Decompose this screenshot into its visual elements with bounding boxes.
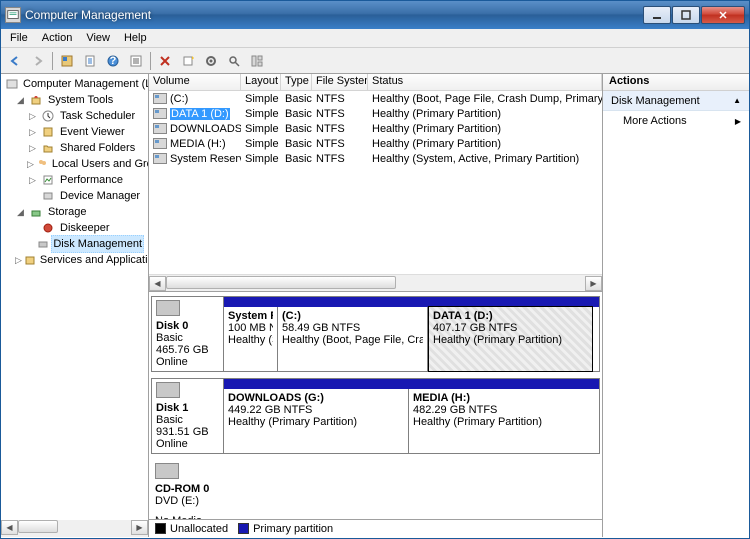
volume-icon — [153, 123, 167, 134]
actions-pane: Actions Disk Management ▲ More Actions ▶ — [603, 74, 749, 537]
properties-icon[interactable] — [79, 50, 101, 72]
disk-header[interactable]: Disk 1Basic931.51 GBOnline — [152, 379, 224, 453]
tree-task-scheduler[interactable]: ▷Task Scheduler — [3, 108, 148, 124]
actions-more[interactable]: More Actions ▶ — [603, 111, 749, 131]
tree-root[interactable]: Computer Management (Local — [3, 76, 148, 92]
help-icon[interactable]: ? — [102, 50, 124, 72]
maximize-button[interactable] — [672, 6, 700, 24]
submenu-icon: ▶ — [735, 117, 741, 126]
expand-icon[interactable]: ▷ — [27, 172, 38, 188]
col-fs[interactable]: File System — [312, 74, 368, 90]
navigation-tree-pane: Computer Management (Local ◢System Tools… — [1, 74, 149, 537]
tree-services[interactable]: ▷Services and Applications — [3, 252, 148, 268]
partition[interactable]: MEDIA (H:)482.29 GB NTFSHealthy (Primary… — [409, 389, 594, 453]
scroll-right-icon[interactable]: ▶ — [585, 276, 602, 291]
settings-icon[interactable] — [200, 50, 222, 72]
volume-row[interactable]: DATA 1 (D:) Simple Basic NTFS Healthy (P… — [149, 106, 602, 121]
app-icon — [5, 7, 21, 23]
partition[interactable]: DATA 1 (D:)407.17 GB NTFSHealthy (Primar… — [428, 306, 593, 372]
refresh-icon[interactable] — [56, 50, 78, 72]
legend-unallocated-swatch — [155, 523, 166, 534]
tree-shared-folders[interactable]: ▷Shared Folders — [3, 140, 148, 156]
collapse-icon: ▲ — [733, 96, 741, 105]
tree-system-tools[interactable]: ◢System Tools — [3, 92, 148, 108]
expand-icon[interactable]: ▷ — [27, 124, 38, 140]
tree-diskeeper[interactable]: Diskeeper — [3, 220, 148, 236]
volume-list-header: Volume Layout Type File System Status — [149, 74, 602, 91]
tree-scrollbar[interactable]: ◀ ▶ — [1, 520, 148, 537]
scroll-right-icon[interactable]: ▶ — [131, 520, 148, 535]
legend-primary-swatch — [238, 523, 249, 534]
volume-row[interactable]: DOWNLOADS (G:) Simple Basic NTFS Healthy… — [149, 121, 602, 136]
volume-icon — [153, 153, 167, 164]
volume-icon — [153, 138, 167, 149]
actions-header: Actions — [603, 74, 749, 91]
minimize-button[interactable] — [643, 6, 671, 24]
toolbar: ? — [1, 48, 749, 74]
menu-file[interactable]: File — [3, 30, 35, 46]
volume-icon — [153, 93, 167, 104]
close-button[interactable] — [701, 6, 745, 24]
menu-action[interactable]: Action — [35, 30, 80, 46]
legend-unallocated: Unallocated — [170, 523, 228, 535]
disk-row: Disk 0Basic465.76 GBOnline System Re100 … — [151, 296, 600, 372]
disk-header[interactable]: Disk 0Basic465.76 GBOnline — [152, 297, 224, 371]
tree-device-manager[interactable]: Device Manager — [3, 188, 148, 204]
partition[interactable]: DOWNLOADS (G:)449.22 GB NTFSHealthy (Pri… — [224, 389, 409, 453]
col-type[interactable]: Type — [281, 74, 312, 90]
col-status[interactable]: Status — [368, 74, 602, 90]
col-layout[interactable]: Layout — [241, 74, 281, 90]
partition[interactable]: System Re100 MB NTHealthy (S — [224, 307, 278, 371]
volume-list: Volume Layout Type File System Status (C… — [149, 74, 602, 292]
menu-help[interactable]: Help — [117, 30, 154, 46]
volume-row[interactable]: System Reserved Simple Basic NTFS Health… — [149, 151, 602, 166]
tree-event-viewer[interactable]: ▷Event Viewer — [3, 124, 148, 140]
col-volume[interactable]: Volume — [149, 74, 241, 90]
scroll-thumb[interactable] — [18, 520, 58, 533]
forward-button[interactable] — [27, 50, 49, 72]
tree-local-users[interactable]: ▷Local Users and Groups — [3, 156, 148, 172]
expand-icon[interactable]: ▷ — [15, 252, 22, 268]
legend: Unallocated Primary partition — [149, 519, 602, 537]
expand-icon[interactable]: ▷ — [27, 108, 38, 124]
cdrom-icon — [155, 463, 179, 479]
volume-scrollbar[interactable]: ◀ ▶ — [149, 274, 602, 291]
menu-bar: File Action View Help — [1, 29, 749, 48]
partition[interactable]: (C:)58.49 GB NTFSHealthy (Boot, Page Fil… — [278, 307, 428, 371]
tree-disk-management[interactable]: Disk Management — [3, 236, 148, 252]
volume-row[interactable]: MEDIA (H:) Simple Basic NTFS Healthy (Pr… — [149, 136, 602, 151]
expand-icon[interactable]: ▷ — [27, 140, 38, 156]
collapse-icon[interactable]: ◢ — [15, 204, 26, 220]
list-icon[interactable] — [125, 50, 147, 72]
collapse-icon[interactable]: ◢ — [15, 92, 26, 108]
tree-performance[interactable]: ▷Performance — [3, 172, 148, 188]
disk-icon — [156, 382, 180, 398]
menu-view[interactable]: View — [79, 30, 117, 46]
expand-icon[interactable]: ▷ — [27, 156, 34, 172]
svg-text:?: ? — [110, 55, 117, 67]
scroll-left-icon[interactable]: ◀ — [1, 520, 18, 535]
disk-icon — [156, 300, 180, 316]
find-icon[interactable] — [223, 50, 245, 72]
legend-primary: Primary partition — [253, 523, 333, 535]
partition-strip — [224, 379, 599, 389]
scroll-left-icon[interactable]: ◀ — [149, 276, 166, 291]
layout-icon[interactable] — [246, 50, 268, 72]
window-titlebar: Computer Management — [1, 1, 749, 29]
disk-row: Disk 1Basic931.51 GBOnline DOWNLOADS (G:… — [151, 378, 600, 454]
back-button[interactable] — [4, 50, 26, 72]
volume-row[interactable]: (C:) Simple Basic NTFS Healthy (Boot, Pa… — [149, 91, 602, 106]
new-icon[interactable] — [177, 50, 199, 72]
scroll-thumb[interactable] — [166, 276, 396, 289]
delete-icon[interactable] — [154, 50, 176, 72]
tree-storage[interactable]: ◢Storage — [3, 204, 148, 220]
window-title: Computer Management — [25, 8, 642, 22]
volume-icon — [153, 108, 167, 119]
disk-map: Disk 0Basic465.76 GBOnline System Re100 … — [149, 292, 602, 537]
actions-section[interactable]: Disk Management ▲ — [603, 91, 749, 111]
